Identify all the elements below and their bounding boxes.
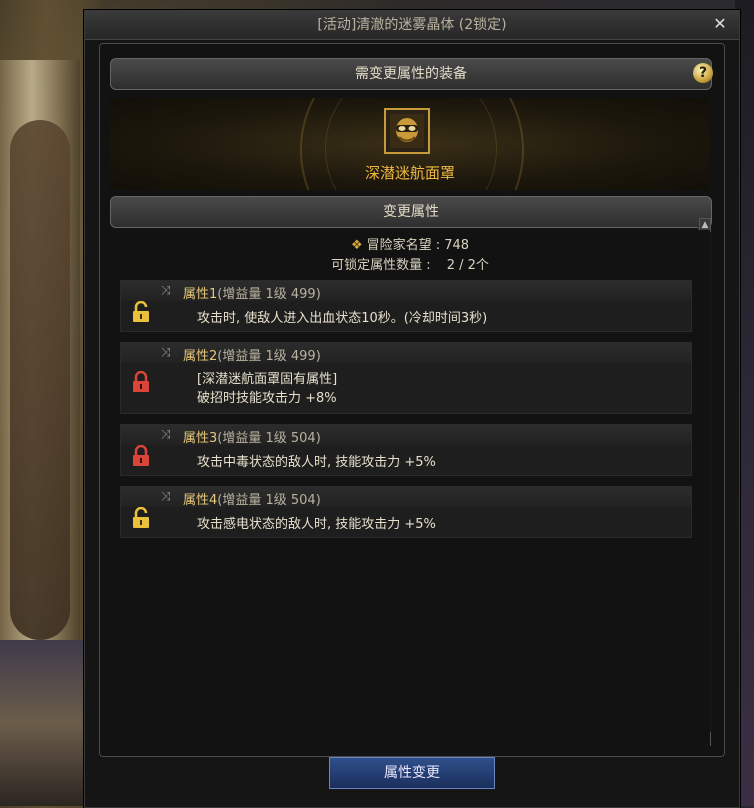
attribute-meta: (增益量 1级 504) [217,493,321,508]
attribute-row-1: ⤨ 属性1(增益量 1级 499) 攻击时, 使敌人进入出血状态10秒。(冷却时… [120,280,692,332]
equip-section-header: 需变更属性的装备 ? [110,58,713,90]
lock-closed-icon[interactable] [131,371,151,393]
attribute-effect: 攻击感电状态的敌人时, 技能攻击力 +5% [197,517,436,532]
attribute-meta: (增益量 1级 504) [217,431,321,446]
attribute-row-4: ⤨ 属性4(增益量 1级 504) 攻击感电状态的敌人时, 技能攻击力 +5% [120,486,692,538]
window-title: [活动]清澈的迷雾晶体 (2锁定) [317,17,507,33]
attribute-list-area: ❖ 冒险家名望 : 748 可锁定属性数量 : 2 / 2个 ⤨ 属性1(增益量 … [110,230,710,748]
help-icon[interactable]: ? [693,63,713,83]
lock-count-line: 可锁定属性数量 : 2 / 2个 [110,254,710,273]
attribute-meta: (增益量 1级 499) [217,349,321,364]
attribute-row-2: ⤨ 属性2(增益量 1级 499) [深潜迷航面罩固有属性] 破招时技能攻击力 … [120,342,692,414]
attribute-effect-line-1: [深潜迷航面罩固有属性] [197,372,338,387]
fame-icon: ❖ [350,238,363,253]
window-titlebar: [活动]清澈的迷雾晶体 (2锁定) ✕ [85,11,739,40]
shuffle-icon: ⤨ [161,427,171,441]
attribute-title: 属性3(增益量 1级 504) [183,427,321,446]
attribute-name: 属性2 [183,349,218,364]
background-floor [0,640,90,806]
fame-line: ❖ 冒险家名望 : 748 [110,234,710,253]
lock-closed-icon[interactable] [131,445,151,467]
lock-count-value: 2 / 2个 [446,258,489,273]
shuffle-icon: ⤨ [161,489,171,503]
lock-open-icon[interactable] [131,301,151,323]
lock-count-label: 可锁定属性数量 : [331,258,431,273]
fame-label: 冒险家名望 : 748 [366,238,470,253]
apply-attribute-change-button[interactable]: 属性变更 [329,757,495,789]
mask-icon [390,114,424,148]
main-panel: 需变更属性的装备 ? 深潜迷航面罩 变更属性 ▲ ❖ 冒险家名望: 748 可… [99,43,725,757]
equip-display: 深潜迷航面罩 [110,98,710,190]
background-tree [10,120,70,640]
attribute-row-3: ⤨ 属性3(增益量 1级 504) 攻击中毒状态的敌人时, 技能攻击力 +5% [120,424,692,476]
attribute-name: 属性1 [183,287,218,302]
shuffle-icon: ⤨ [161,283,171,297]
attribute-title: 属性4(增益量 1级 504) [183,489,321,508]
attribute-effect-line-2: 破招时技能攻击力 +8% [197,391,337,406]
equipment-name: 深潜迷航面罩 [364,164,455,182]
close-icon[interactable]: ✕ [711,15,729,33]
attribute-effect: 攻击时, 使敌人进入出血状态10秒。(冷却时间3秒) [197,311,488,326]
change-section-title: 变更属性 [383,204,439,220]
shuffle-icon: ⤨ [161,345,171,359]
attribute-meta: (增益量 1级 499) [217,287,321,302]
attribute-name: 属性3 [183,431,218,446]
change-section-header: 变更属性 [110,196,712,228]
attribute-title: 属性1(增益量 1级 499) [183,283,321,302]
lock-open-icon[interactable] [131,507,151,529]
attribute-effect: 攻击中毒状态的敌人时, 技能攻击力 +5% [197,455,436,470]
attribute-change-window: [活动]清澈的迷雾晶体 (2锁定) ✕ 需变更属性的装备 ? 深潜迷航面罩 变更… [84,10,740,808]
equip-section-title: 需变更属性的装备 [355,66,467,82]
equipment-slot[interactable] [384,108,430,154]
attribute-name: 属性4 [183,493,218,508]
attribute-title: 属性2(增益量 1级 499) [183,345,321,364]
